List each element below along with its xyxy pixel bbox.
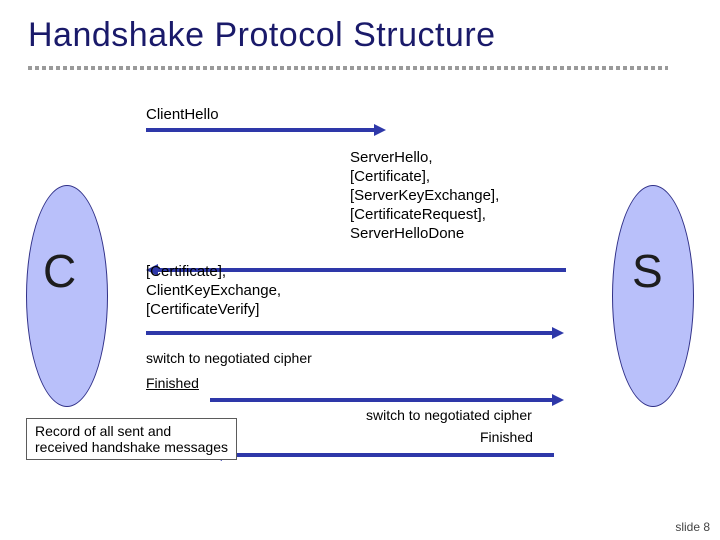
- msg-clienthello: ClientHello: [146, 105, 219, 124]
- slide-number: slide 8: [675, 520, 710, 534]
- client-label: C: [43, 244, 76, 298]
- msg-switch-client: switch to negotiated cipher: [146, 349, 312, 368]
- arrow-1-shaft: [146, 128, 376, 132]
- record-note-box: Record of all sent and received handshak…: [26, 418, 237, 460]
- arrow-3-head: [552, 327, 564, 339]
- msg-clientkeyexchange: [Certificate], ClientKeyExchange, [Certi…: [146, 262, 281, 319]
- page-title: Handshake Protocol Structure: [28, 16, 496, 55]
- arrow-1-head: [374, 124, 386, 136]
- arrow-4-head: [552, 394, 564, 406]
- arrow-5-shaft: [222, 453, 554, 457]
- server-label: S: [632, 244, 663, 298]
- msg-switch-server: switch to negotiated cipher: [366, 406, 532, 425]
- msg-finished-client: Finished: [146, 374, 199, 393]
- msg-finished-server: Finished: [480, 428, 533, 447]
- msg-serverhello: ServerHello, [Certificate], [ServerKeyEx…: [350, 148, 499, 243]
- slide: { "title": "Handshake Protocol Structure…: [0, 0, 720, 540]
- arrow-3-shaft: [146, 331, 554, 335]
- arrow-4-shaft: [210, 398, 554, 402]
- title-rule: [28, 66, 668, 70]
